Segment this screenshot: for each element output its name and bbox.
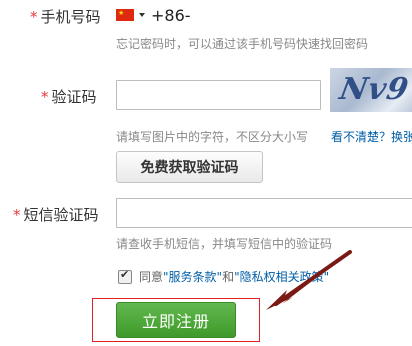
annotation-arrow-icon bbox=[266, 250, 352, 310]
